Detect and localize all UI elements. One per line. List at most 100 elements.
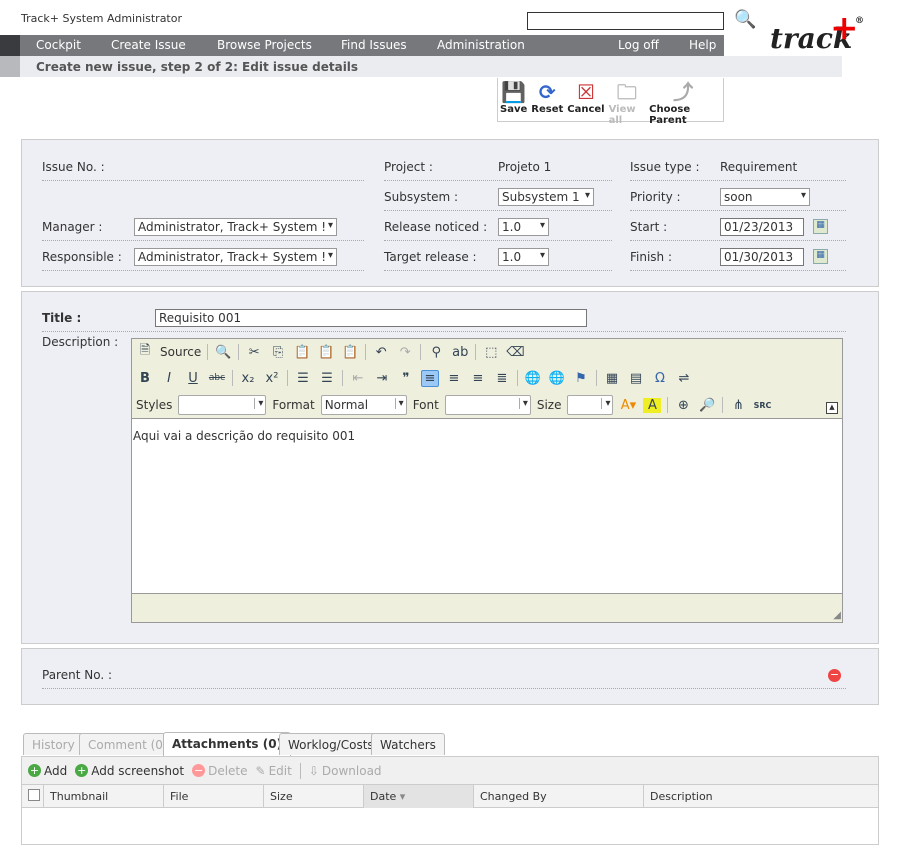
column-changed-by[interactable]: Changed By — [474, 785, 644, 808]
page-break-icon[interactable]: ⇌ — [675, 371, 693, 386]
styles-select[interactable] — [178, 395, 267, 415]
show-blocks-icon[interactable]: 🔎 — [698, 398, 716, 413]
release-noticed-label: Release noticed : — [384, 220, 488, 234]
column-date[interactable]: Date ▾ — [364, 785, 474, 808]
anchor-flag-icon[interactable]: ⚑ — [572, 371, 590, 386]
special-char-icon[interactable]: Ω — [651, 371, 669, 386]
calendar-icon[interactable]: ▦ — [813, 219, 828, 234]
replace-icon[interactable]: ab — [451, 345, 469, 360]
redo-icon[interactable]: ↷ — [396, 345, 414, 360]
background-color-icon[interactable]: A — [643, 397, 662, 413]
add-screenshot-button[interactable]: + Add screenshot — [75, 764, 184, 778]
align-center-icon[interactable]: ≡ — [445, 371, 463, 386]
cancel-button[interactable]: ☒ Cancel — [567, 80, 604, 119]
select-all-checkbox[interactable] — [22, 785, 44, 808]
target-release-select[interactable]: 1.0 — [498, 248, 549, 266]
copy-icon[interactable]: ⎘ — [269, 345, 287, 360]
download-button[interactable]: ⇩ Download — [309, 764, 382, 778]
priority-select[interactable]: soon — [720, 188, 810, 206]
finish-date-input[interactable]: 01/30/2013 — [720, 248, 804, 266]
italic-icon[interactable]: I — [160, 371, 178, 386]
tab-comment[interactable]: Comment (0) — [79, 733, 177, 755]
bold-icon[interactable]: B — [136, 371, 154, 386]
priority-label: Priority : — [630, 190, 681, 204]
outdent-icon[interactable]: ⇤ — [349, 371, 367, 386]
search-icon[interactable]: 🔍 — [734, 9, 756, 30]
find-icon[interactable]: ⚲ — [427, 345, 445, 360]
add-button[interactable]: + Add — [28, 764, 67, 778]
column-size[interactable]: Size — [264, 785, 364, 808]
reset-button[interactable]: ⟳ Reset — [531, 80, 563, 119]
manager-select[interactable]: Administrator, Track+ System ! — [134, 218, 337, 236]
tab-history[interactable]: History — [23, 733, 84, 755]
nav-administration[interactable]: Administration — [437, 38, 525, 52]
unlink-icon[interactable]: 🌐 — [548, 371, 566, 386]
align-right-icon[interactable]: ≡ — [469, 371, 487, 386]
nav-help[interactable]: Help — [689, 38, 716, 52]
bullet-list-icon[interactable]: ☰ — [318, 371, 336, 386]
search-input[interactable] — [527, 12, 724, 30]
delete-button[interactable]: − Delete — [192, 764, 248, 778]
remove-format-icon[interactable]: ⌫ — [506, 345, 524, 360]
nav-cockpit[interactable]: Cockpit — [36, 38, 81, 52]
horizontal-rule-icon[interactable]: ▤ — [627, 371, 645, 386]
editor-content[interactable]: Aqui vai a descrição do requisito 001 — [132, 418, 842, 594]
nav-browse-projects[interactable]: Browse Projects — [217, 38, 312, 52]
underline-icon[interactable]: U — [184, 371, 202, 386]
collapse-toolbar-icon[interactable]: ▲ — [826, 402, 838, 414]
source-button[interactable]: Source — [160, 345, 201, 359]
title-input[interactable]: Requisito 001 — [155, 309, 587, 327]
column-file[interactable]: File — [164, 785, 264, 808]
nav-log-off[interactable]: Log off — [618, 38, 659, 52]
subsystem-select[interactable]: Subsystem 1 — [498, 188, 594, 206]
paste-word-icon[interactable]: 📋 — [341, 345, 359, 360]
blockquote-icon[interactable]: ❞ — [397, 371, 415, 386]
subscript-icon[interactable]: x₂ — [239, 371, 257, 386]
select-all-icon[interactable]: ⬚ — [482, 345, 500, 360]
tab-watchers[interactable]: Watchers — [371, 733, 445, 755]
resize-handle[interactable]: ◢ — [833, 610, 841, 621]
undo-icon[interactable]: ↶ — [372, 345, 390, 360]
table-icon[interactable]: ▦ — [603, 371, 621, 386]
align-left-icon[interactable]: ≡ — [421, 369, 439, 387]
link-icon[interactable]: 🌐 — [524, 371, 542, 386]
edit-button[interactable]: ✎ Edit — [256, 764, 292, 778]
size-select[interactable] — [567, 395, 614, 415]
sitemap-icon[interactable]: ⋔ — [729, 398, 747, 413]
strikethrough-icon[interactable]: abc — [208, 373, 226, 383]
source-icon[interactable]: 🗎 — [136, 341, 154, 363]
format-select[interactable]: Normal — [320, 395, 407, 415]
size-label: Size — [536, 398, 562, 412]
cut-icon[interactable]: ✂ — [245, 345, 263, 360]
start-label: Start : — [630, 220, 668, 234]
main-nav: Cockpit Create Issue Browse Projects Fin… — [20, 35, 724, 56]
column-thumbnail[interactable]: Thumbnail — [44, 785, 164, 808]
calendar-icon[interactable]: ▦ — [813, 249, 828, 264]
subheader-left-block — [0, 56, 20, 77]
responsible-select[interactable]: Administrator, Track+ System ! — [134, 248, 337, 266]
indent-icon[interactable]: ⇥ — [373, 371, 391, 386]
numbered-list-icon[interactable]: ☰ — [294, 371, 312, 386]
save-button[interactable]: 💾 Save — [500, 80, 527, 119]
superscript-icon[interactable]: x² — [263, 371, 281, 386]
justify-icon[interactable]: ≣ — [493, 371, 511, 386]
release-noticed-select[interactable]: 1.0 — [498, 218, 549, 236]
tab-worklog-costs[interactable]: Worklog/Costs — [279, 733, 383, 755]
start-date-input[interactable]: 01/23/2013 — [720, 218, 804, 236]
column-description[interactable]: Description — [644, 785, 878, 808]
nav-create-issue[interactable]: Create Issue — [111, 38, 186, 52]
maximize-icon[interactable]: ⊕ — [674, 398, 692, 413]
src-icon[interactable]: SRC — [753, 401, 772, 410]
remove-parent-icon[interactable]: − — [828, 669, 841, 682]
choose-parent-button[interactable]: ⤴ Choose Parent — [649, 80, 717, 126]
nav-find-issues[interactable]: Find Issues — [341, 38, 407, 52]
font-select[interactable] — [444, 395, 531, 415]
paste-icon[interactable]: 📋 — [293, 345, 311, 360]
save-icon: 💾 — [501, 80, 527, 104]
preview-icon[interactable]: 🔍 — [214, 345, 232, 360]
text-color-icon[interactable]: A▾ — [619, 398, 637, 413]
paste-text-icon[interactable]: 📋 — [317, 345, 335, 360]
delete-icon: − — [192, 764, 206, 777]
add-icon: + — [28, 764, 41, 777]
tab-attachments[interactable]: Attachments (0) — [163, 732, 292, 756]
